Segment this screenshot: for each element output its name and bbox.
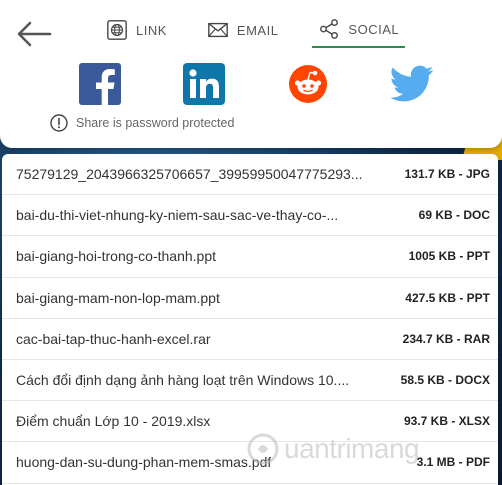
file-row[interactable]: huong-dan-su-dung-phan-mem-smas.pdf 3.1 … bbox=[2, 442, 498, 484]
file-row[interactable]: Điểm chuẩn Lớp 10 - 2019.xlsx 93.7 KB - … bbox=[2, 401, 498, 443]
file-list: 75279129_2043966325706657_39959950047775… bbox=[2, 154, 498, 485]
file-size: 1005 KB - PPT bbox=[408, 249, 490, 264]
tab-social-label: SOCIAL bbox=[348, 21, 400, 37]
reddit-share-button[interactable] bbox=[284, 60, 332, 108]
file-size: 131.7 KB - JPG bbox=[404, 167, 490, 182]
envelope-icon bbox=[208, 22, 228, 38]
info-icon bbox=[50, 114, 68, 132]
globe-icon bbox=[107, 20, 127, 40]
file-name: Điểm chuẩn Lớp 10 - 2019.xlsx bbox=[16, 413, 211, 430]
tab-link-label: LINK bbox=[136, 22, 167, 38]
file-name: huong-dan-su-dung-phan-mem-smas.pdf bbox=[16, 454, 272, 471]
twitter-share-button[interactable] bbox=[388, 60, 436, 108]
twitter-icon bbox=[390, 65, 434, 102]
back-button[interactable] bbox=[14, 18, 54, 50]
file-size: 3.1 MB - PDF bbox=[416, 455, 490, 470]
file-row[interactable]: bai-giang-mam-non-lop-mam.ppt 427.5 KB -… bbox=[2, 278, 498, 319]
tab-link[interactable]: LINK bbox=[100, 18, 173, 48]
file-size: 234.7 KB - RAR bbox=[402, 331, 490, 346]
file-row[interactable]: Cách đổi định dạng ảnh hàng loạt trên Wi… bbox=[2, 360, 498, 402]
tab-social[interactable]: SOCIAL bbox=[312, 18, 406, 48]
file-row[interactable]: 75279129_2043966325706657_39959950047775… bbox=[2, 154, 498, 196]
file-size: 93.7 KB - XLSX bbox=[403, 414, 490, 429]
password-notice: Share is password protected bbox=[50, 114, 234, 132]
arrow-left-icon bbox=[17, 21, 52, 47]
file-row[interactable]: cac-bai-tap-thuc-hanh-excel.rar 234.7 KB… bbox=[2, 319, 498, 360]
file-size: 58.5 KB - DOCX bbox=[400, 373, 490, 388]
tab-email-label: EMAIL bbox=[236, 22, 279, 38]
file-name: bai-du-thi-viet-nhung-ky-niem-sau-sac-ve… bbox=[16, 207, 339, 224]
tab-email[interactable]: EMAIL bbox=[201, 18, 285, 48]
file-name: 75279129_2043966325706657_39959950047775… bbox=[16, 166, 363, 183]
file-size: 427.5 KB - PPT bbox=[405, 290, 490, 305]
file-row[interactable]: bai-du-thi-viet-nhung-ky-niem-sau-sac-ve… bbox=[2, 195, 498, 237]
linkedin-share-button[interactable] bbox=[180, 60, 228, 108]
file-name: bai-giang-mam-non-lop-mam.ppt bbox=[16, 289, 220, 306]
file-name: bai-giang-hoi-trong-co-thanh.ppt bbox=[16, 248, 217, 265]
facebook-icon bbox=[79, 63, 121, 105]
file-name: Cách đổi định dạng ảnh hàng loạt trên Wi… bbox=[16, 372, 350, 389]
notice-text: Share is password protected bbox=[76, 116, 235, 130]
file-size: 69 KB - DOC bbox=[418, 208, 490, 223]
social-buttons bbox=[76, 60, 436, 108]
file-row[interactable]: bai-giang-hoi-trong-co-thanh.ppt 1005 KB… bbox=[2, 236, 498, 278]
linkedin-icon bbox=[183, 63, 225, 105]
share-icon bbox=[320, 19, 339, 39]
share-tabs: LINK EMAIL SOCIAL bbox=[100, 18, 406, 48]
reddit-icon bbox=[289, 65, 327, 103]
file-name: cac-bai-tap-thuc-hanh-excel.rar bbox=[16, 330, 211, 347]
facebook-share-button[interactable] bbox=[76, 60, 124, 108]
share-panel: LINK EMAIL SOCIAL Share is password prot… bbox=[0, 0, 502, 148]
